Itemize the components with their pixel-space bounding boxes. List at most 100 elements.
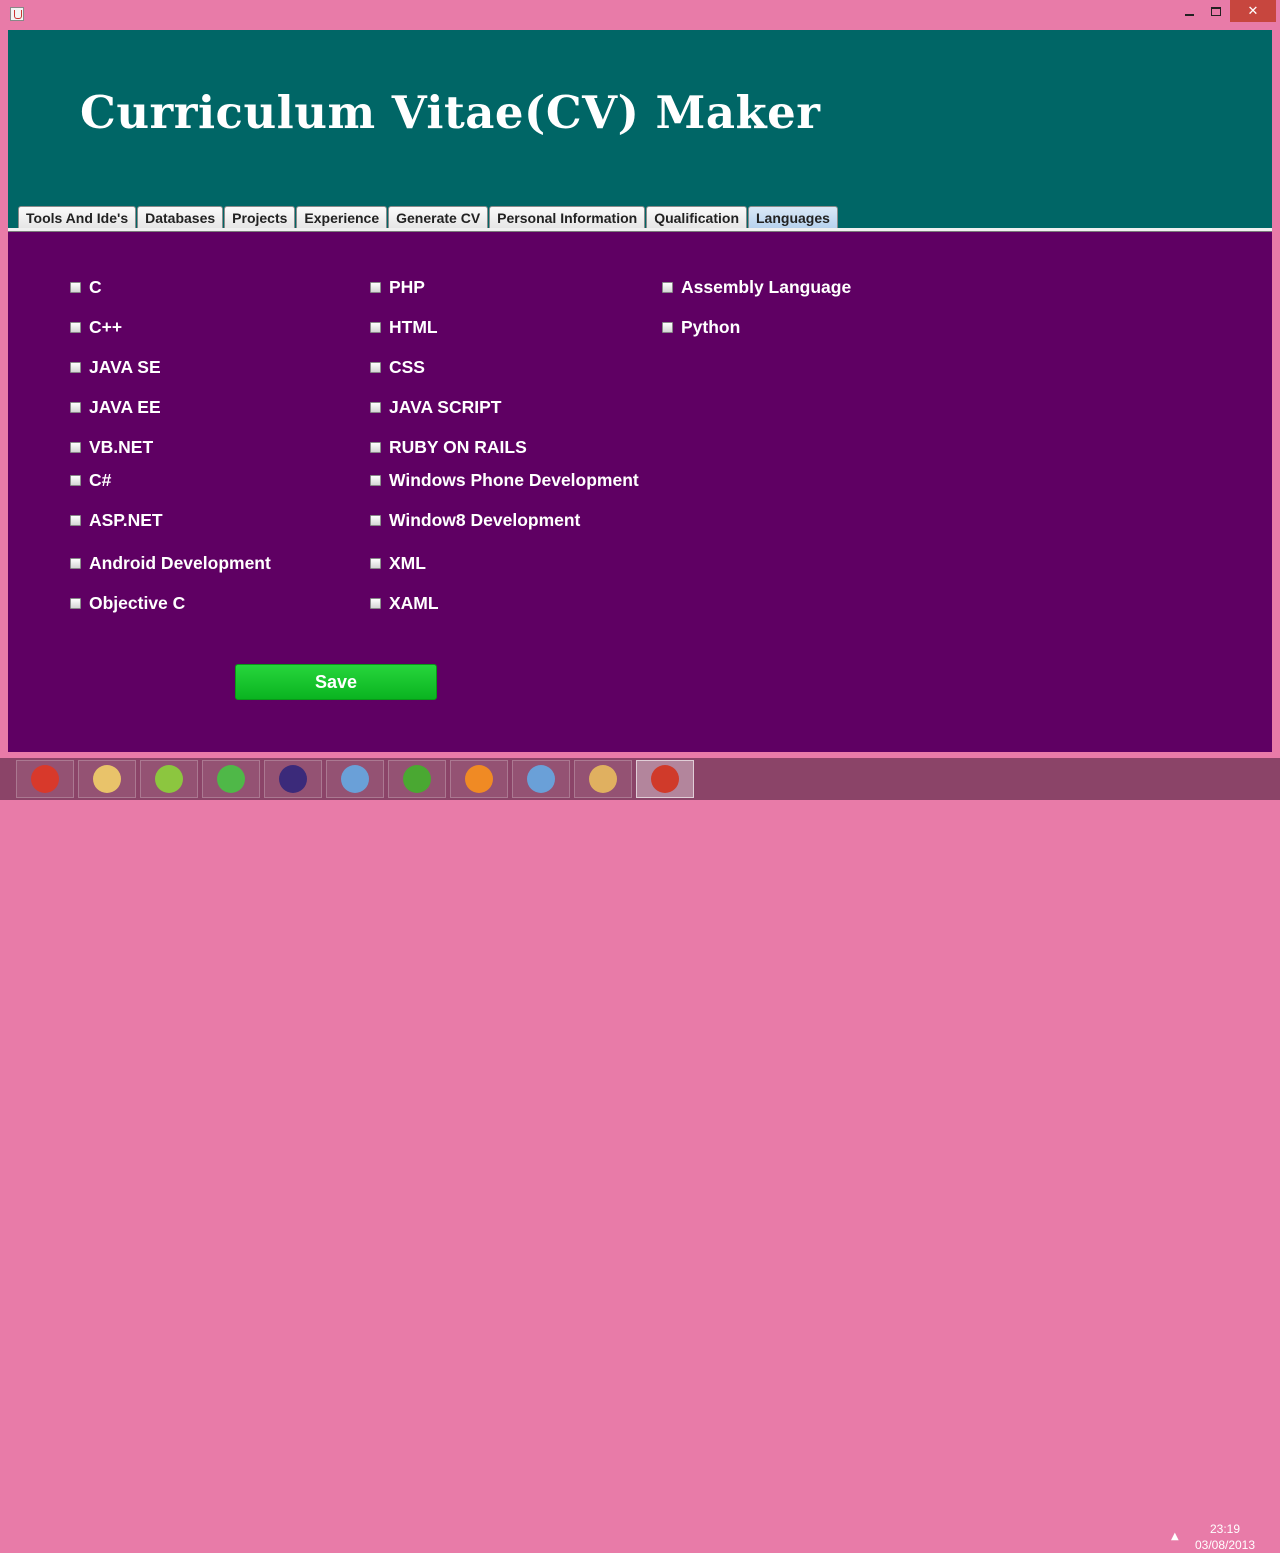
file-explorer-icon	[93, 765, 121, 793]
checkbox-label: C	[89, 276, 102, 297]
tab-personal-information[interactable]: Personal Information	[489, 206, 646, 228]
taskbar-button[interactable]	[450, 760, 508, 798]
checkbox-box[interactable]	[370, 514, 381, 526]
checkbox-assembly-language[interactable]: Assembly Language	[662, 277, 851, 297]
checkbox-csharp[interactable]: C#	[70, 470, 111, 490]
minimize-button[interactable]	[1176, 0, 1202, 22]
checkbox-xml[interactable]: XML	[370, 553, 426, 573]
checkbox-label: XML	[389, 552, 426, 573]
taskbar-button[interactable]	[264, 760, 322, 798]
checkbox-box[interactable]	[70, 474, 81, 486]
checkbox-label: Windows Phone Development	[389, 469, 639, 490]
checkbox-label: JAVA SCRIPT	[389, 396, 502, 417]
checkbox-vb-net[interactable]: VB.NET	[70, 437, 153, 457]
checkbox-label: RUBY ON RAILS	[389, 436, 527, 457]
checkbox-box[interactable]	[370, 557, 381, 569]
utorrent-icon	[403, 765, 431, 793]
checkbox-box[interactable]	[70, 401, 81, 413]
checkbox-label: PHP	[389, 276, 425, 297]
taskbar-button[interactable]	[574, 760, 632, 798]
java-app-icon	[10, 7, 24, 21]
checkbox-asp-net[interactable]: ASP.NET	[70, 510, 163, 530]
checkbox-box[interactable]	[70, 361, 81, 373]
checkbox-windows-phone-development[interactable]: Windows Phone Development	[370, 470, 639, 490]
checkbox-label: C++	[89, 316, 123, 337]
checkbox-label: Python	[681, 316, 741, 337]
checkbox-label: JAVA SE	[89, 356, 161, 377]
taskbar-button[interactable]	[140, 760, 198, 798]
show-hidden-icons-arrow[interactable]: ▲	[1171, 1531, 1179, 1542]
checkbox-box[interactable]	[662, 321, 673, 333]
checkbox-label: HTML	[389, 316, 438, 337]
checkbox-label: Objective C	[89, 592, 186, 613]
paint-icon	[589, 765, 617, 793]
checkbox-box[interactable]	[370, 474, 381, 486]
checkbox-html[interactable]: HTML	[370, 317, 438, 337]
checkbox-java-ee[interactable]: JAVA EE	[70, 397, 161, 417]
close-button[interactable]: ✕	[1230, 0, 1276, 22]
taskbar-button[interactable]	[326, 760, 384, 798]
taskbar-button[interactable]	[512, 760, 570, 798]
checkbox-objective-c[interactable]: Objective C	[70, 593, 185, 613]
checkbox-box[interactable]	[370, 281, 381, 293]
maximize-button[interactable]	[1203, 0, 1229, 22]
tab-qualification[interactable]: Qualification	[646, 206, 747, 228]
taskbar-button[interactable]	[636, 760, 694, 798]
tab-generate-cv[interactable]: Generate CV	[388, 206, 489, 228]
tab-languages[interactable]: Languages	[748, 206, 838, 228]
chrome-icon	[31, 765, 59, 793]
checkbox-java-script[interactable]: JAVA SCRIPT	[370, 397, 501, 417]
checkbox-box[interactable]	[70, 557, 81, 569]
checkbox-box[interactable]	[370, 441, 381, 453]
checkbox-python[interactable]: Python	[662, 317, 740, 337]
checkbox-label: JAVA EE	[89, 396, 161, 417]
checkbox-box[interactable]	[370, 361, 381, 373]
checkbox-box[interactable]	[662, 281, 673, 293]
tab-experience[interactable]: Experience	[296, 206, 388, 228]
taskbar-button[interactable]	[16, 760, 74, 798]
virtualbox-icon	[341, 765, 369, 793]
checkbox-box[interactable]	[70, 441, 81, 453]
clock-time: 23:19	[1209, 1522, 1241, 1536]
checkbox-php[interactable]: PHP	[370, 277, 425, 297]
checkbox-xaml[interactable]: XAML	[370, 593, 439, 613]
checkbox-label: VB.NET	[89, 436, 154, 457]
taskbar-button[interactable]	[388, 760, 446, 798]
page-title: Curriculum Vitae(CV) Maker	[80, 86, 821, 139]
checkbox-box[interactable]	[70, 321, 81, 333]
tab-bar: Tools And Ide's Databases Projects Experien…	[18, 206, 839, 228]
app-window: Curriculum Vitae(CV) Maker Tools And Ide…	[8, 30, 1272, 752]
checkbox-ruby-on-rails[interactable]: RUBY ON RAILS	[370, 437, 527, 457]
checkbox-java-se[interactable]: JAVA SE	[70, 357, 161, 377]
tab-tools-and-ide-s[interactable]: Tools And Ide's	[18, 206, 137, 228]
checkbox-box[interactable]	[70, 514, 81, 526]
taskbar-button[interactable]	[202, 760, 260, 798]
taskbar-button[interactable]	[78, 760, 136, 798]
checkbox-box[interactable]	[70, 281, 81, 293]
save-button[interactable]: Save	[235, 664, 437, 700]
box-icon	[527, 765, 555, 793]
dreamweaver-icon	[217, 765, 245, 793]
checkbox-box[interactable]	[370, 597, 381, 609]
checkbox-box[interactable]	[70, 597, 81, 609]
checkbox-c[interactable]: C	[70, 277, 102, 297]
tab-divider	[8, 228, 1272, 232]
checkbox-label: Assembly Language	[681, 276, 852, 297]
checkbox-cplusplus[interactable]: C++	[70, 317, 122, 337]
clock[interactable]: 23:19 03/08/2013	[1188, 1521, 1262, 1553]
tab-databases[interactable]: Databases	[137, 206, 224, 228]
window-titlebar[interactable]: ✕	[0, 0, 1280, 30]
taskbar: ▲ 23:19 03/08/2013	[0, 758, 1280, 1552]
checkbox-android-development[interactable]: Android Development	[70, 553, 271, 573]
tab-projects[interactable]: Projects	[224, 206, 296, 228]
checkbox-box[interactable]	[370, 401, 381, 413]
checkbox-box[interactable]	[370, 321, 381, 333]
java-icon	[651, 765, 679, 793]
checkbox-label: CSS	[389, 356, 425, 377]
notepad-plus-plus-icon	[155, 765, 183, 793]
header-banner: Curriculum Vitae(CV) Maker	[8, 30, 1272, 230]
checkbox-css[interactable]: CSS	[370, 357, 425, 377]
clock-date: 03/08/2013	[1194, 1538, 1256, 1552]
pdf-icon	[465, 765, 493, 793]
checkbox-window8-development[interactable]: Window8 Development	[370, 510, 580, 530]
